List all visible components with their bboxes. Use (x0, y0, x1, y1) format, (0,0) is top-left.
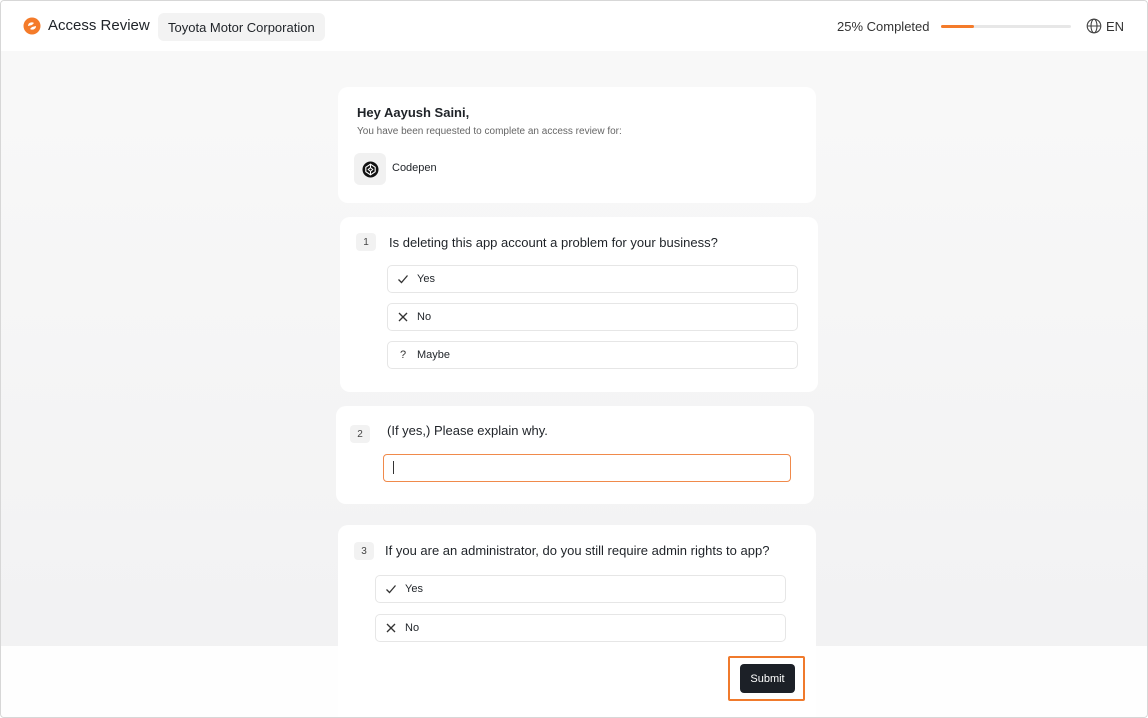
question-text: If you are an administrator, do you stil… (385, 543, 770, 558)
question-text: (If yes,) Please explain why. (387, 423, 548, 438)
footer-bar (1, 646, 1147, 717)
app-icon-container (354, 153, 386, 185)
submit-button[interactable]: Submit (740, 664, 795, 693)
check-icon (385, 583, 397, 595)
option-label: Yes (405, 583, 423, 595)
question-card-2: 2 (If yes,) Please explain why. (336, 406, 814, 504)
language-selector[interactable]: EN (1106, 19, 1124, 34)
question-number: 2 (350, 425, 370, 443)
question-card-1: 1 Is deleting this app account a problem… (340, 217, 818, 392)
intro-card: Hey Aayush Saini, You have been requeste… (338, 87, 816, 203)
text-cursor (393, 461, 394, 474)
option-yes[interactable]: Yes (387, 265, 798, 293)
option-label: Maybe (417, 349, 451, 361)
codepen-icon (362, 161, 378, 177)
option-no[interactable]: No (387, 303, 798, 331)
app-window: Access Review Toyota Motor Corporation 2… (0, 0, 1148, 718)
question-number: 1 (356, 233, 376, 251)
option-no[interactable]: No (375, 614, 786, 642)
progress-label: 25% Completed (837, 19, 930, 34)
option-yes[interactable]: Yes (375, 575, 786, 603)
option-label: No (405, 622, 420, 634)
top-bar: Access Review Toyota Motor Corporation 2… (1, 1, 1147, 51)
explanation-input[interactable] (383, 454, 791, 482)
x-icon (397, 311, 409, 323)
brand-logo-icon (23, 17, 41, 35)
question-number: 3 (354, 542, 374, 560)
app-name: Codepen (392, 162, 437, 174)
option-label: Yes (417, 273, 435, 285)
greeting-text: Hey Aayush Saini, (357, 105, 470, 120)
check-icon (397, 273, 409, 285)
globe-icon[interactable] (1086, 18, 1102, 34)
organization-badge: Toyota Motor Corporation (158, 13, 325, 41)
question-text: Is deleting this app account a problem f… (389, 235, 718, 250)
option-label: No (417, 311, 432, 323)
progress-bar-fill (941, 25, 974, 28)
app-title: Access Review (48, 17, 150, 34)
x-icon (385, 622, 397, 634)
question-icon: ? (399, 349, 407, 361)
request-message: You have been requested to complete an a… (357, 126, 622, 137)
option-maybe[interactable]: ? Maybe (387, 341, 798, 369)
progress-bar (941, 25, 1071, 28)
